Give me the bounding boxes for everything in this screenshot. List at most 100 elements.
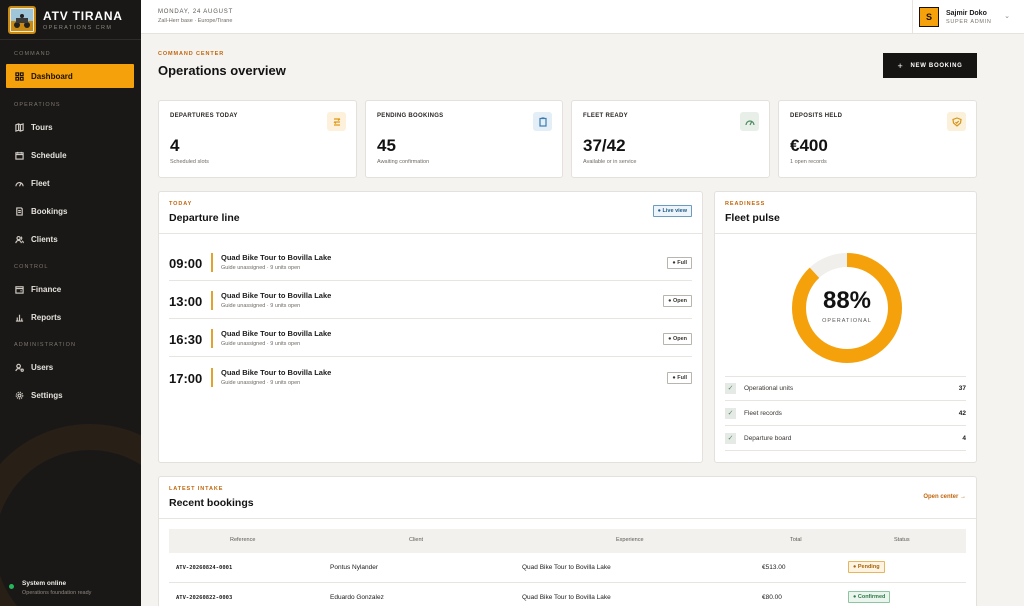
sidebar-item-label: Dashboard: [31, 71, 73, 81]
sidebar-item-bookings[interactable]: Bookings: [6, 199, 134, 223]
fleet-row-value: 37: [958, 384, 966, 392]
booking-reference: ATV-20260822-0003: [176, 595, 233, 601]
table-row[interactable]: ATV-20260824-0001 Pontus Nylander Quad B…: [169, 553, 966, 583]
booking-total: €80.00: [762, 594, 782, 601]
status-badge-label: Full: [677, 375, 687, 381]
divider: [715, 233, 976, 234]
fleet-row-label: Departure board: [744, 434, 792, 442]
departure-title: Quad Bike Tour to Bovilla Lake: [221, 368, 332, 377]
sidebar-item-fleet[interactable]: Fleet: [6, 171, 134, 195]
user-menu[interactable]: S Sajmir Doko SUPER ADMIN ⌄: [912, 0, 1024, 34]
departure-time: 17:00: [169, 371, 203, 386]
column-header[interactable]: Client: [409, 537, 423, 543]
dashboard-icon: [15, 71, 24, 81]
status-title: System online: [22, 580, 67, 587]
departure-title: Quad Bike Tour to Bovilla Lake: [221, 253, 332, 262]
fleet-row-label: Fleet records: [744, 409, 782, 417]
stat-label: DEPARTURES TODAY: [170, 113, 238, 119]
atv-logo-icon[interactable]: [8, 5, 36, 34]
table-row[interactable]: ATV-20260822-0003 Eduardo Gonzalez Quad …: [169, 583, 966, 606]
nav-section-command: COMMAND: [14, 51, 51, 57]
gauge-caption: OPERATIONAL: [822, 318, 872, 324]
nav-section-operations: OPERATIONS: [14, 102, 61, 108]
page-kicker: COMMAND CENTER: [158, 51, 225, 57]
nav-section-control: CONTROL: [14, 264, 49, 270]
gauge-percent: 88%: [822, 287, 872, 314]
departure-row[interactable]: 17:00 Quad Bike Tour to Bovilla Lake Gui…: [169, 358, 692, 396]
live-view-label: Live view: [662, 208, 687, 214]
status-badge-label: Open: [672, 298, 687, 304]
user-gear-icon: [15, 363, 24, 372]
sidebar-item-label: Bookings: [31, 206, 68, 216]
gauge-icon: [15, 181, 24, 186]
departure-title: Quad Bike Tour to Bovilla Lake: [221, 329, 332, 338]
booking-reference: ATV-20260824-0001: [176, 565, 233, 571]
recent-bookings-panel: LATEST INTAKE Recent bookings Open cente…: [158, 476, 977, 606]
panel-title: Recent bookings: [169, 497, 254, 509]
fleet-row: ✓ Operational units 37: [725, 376, 966, 401]
divider: [159, 518, 976, 519]
fleet-row: ✓ Fleet records 42: [725, 401, 966, 426]
departure-time: 13:00: [169, 294, 203, 309]
check-icon: ✓: [725, 432, 736, 444]
fleet-pulse-panel: READINESS Fleet pulse 88% OPERATIONAL ✓ …: [714, 191, 977, 463]
brand: ATV TIRANA OPERATIONS CRM: [0, 0, 141, 40]
booking-experience: Quad Bike Tour to Bovilla Lake: [522, 564, 611, 571]
live-view-button[interactable]: ● Live view: [652, 205, 692, 217]
departure-subtitle: Guide unassigned · 9 units open: [221, 265, 301, 271]
new-booking-label: NEW BOOKING: [910, 62, 963, 69]
check-icon: ✓: [725, 407, 736, 419]
stat-subtitle: Awaiting confirmation: [377, 159, 430, 165]
calendar-icon: [15, 151, 24, 160]
nav-section-administration: ADMINISTRATION: [14, 342, 77, 348]
new-booking-button[interactable]: + NEW BOOKING: [883, 53, 977, 78]
departure-marker: [211, 253, 213, 272]
clipboard-icon: [533, 112, 552, 131]
page-title: Operations overview: [158, 63, 286, 78]
avatar: S: [919, 7, 939, 27]
sidebar-item-label: Finance: [31, 284, 62, 294]
booking-client: Eduardo Gonzalez: [330, 594, 384, 601]
status-badge: ● Full: [667, 372, 692, 384]
stat-label: FLEET READY: [583, 113, 628, 119]
sidebar-item-finance[interactable]: Finance: [6, 277, 134, 301]
panel-title: Departure line: [169, 212, 240, 224]
column-header[interactable]: Total: [790, 537, 802, 543]
departure-row[interactable]: 13:00 Quad Bike Tour to Bovilla Lake Gui…: [169, 281, 692, 319]
sidebar-item-label: Fleet: [31, 178, 50, 188]
route-icon: [327, 112, 346, 131]
status-badge: ● Pending: [848, 561, 885, 573]
sidebar-item-tours[interactable]: Tours: [6, 115, 134, 139]
panel-title: Fleet pulse: [725, 212, 780, 224]
departure-row[interactable]: 09:00 Quad Bike Tour to Bovilla Lake Gui…: [169, 243, 692, 281]
sidebar-item-clients[interactable]: Clients: [6, 227, 134, 251]
sidebar-item-schedule[interactable]: Schedule: [6, 143, 134, 167]
booking-experience: Quad Bike Tour to Bovilla Lake: [522, 594, 611, 601]
sidebar-item-dashboard[interactable]: Dashboard: [6, 64, 134, 88]
sidebar-item-label: Users: [31, 362, 54, 372]
stat-card-fleet: FLEET READY 37/42 Available or in servic…: [571, 100, 770, 178]
status-badge: ● Open: [663, 295, 692, 307]
chevron-down-icon[interactable]: ⌄: [1004, 12, 1010, 20]
current-date: MONDAY, 24 AUGUST: [158, 9, 234, 15]
column-header[interactable]: Reference: [230, 537, 255, 543]
users-icon: [15, 235, 24, 243]
open-center-link[interactable]: Open center →: [923, 494, 966, 500]
departure-subtitle: Guide unassigned · 9 units open: [221, 380, 301, 386]
booking-client: Pontus Nylander: [330, 564, 379, 571]
sidebar-item-users[interactable]: Users: [6, 355, 134, 379]
departure-time: 09:00: [169, 256, 203, 271]
stat-subtitle: 1 open records: [790, 159, 827, 165]
chart-icon: [15, 314, 24, 322]
column-header[interactable]: Experience: [616, 537, 644, 543]
stat-subtitle: Scheduled slots: [170, 159, 209, 165]
sidebar-item-settings[interactable]: Settings: [6, 383, 134, 407]
sidebar-item-reports[interactable]: Reports: [6, 305, 134, 329]
departure-row[interactable]: 16:30 Quad Bike Tour to Bovilla Lake Gui…: [169, 319, 692, 357]
stat-value: 4: [170, 136, 180, 155]
stat-subtitle: Available or in service: [583, 159, 637, 165]
column-header[interactable]: Status: [894, 537, 910, 543]
stat-value: €400: [790, 136, 828, 155]
plus-icon: +: [897, 60, 904, 71]
stat-card-pending: PENDING BOOKINGS 45 Awaiting confirmatio…: [365, 100, 563, 178]
